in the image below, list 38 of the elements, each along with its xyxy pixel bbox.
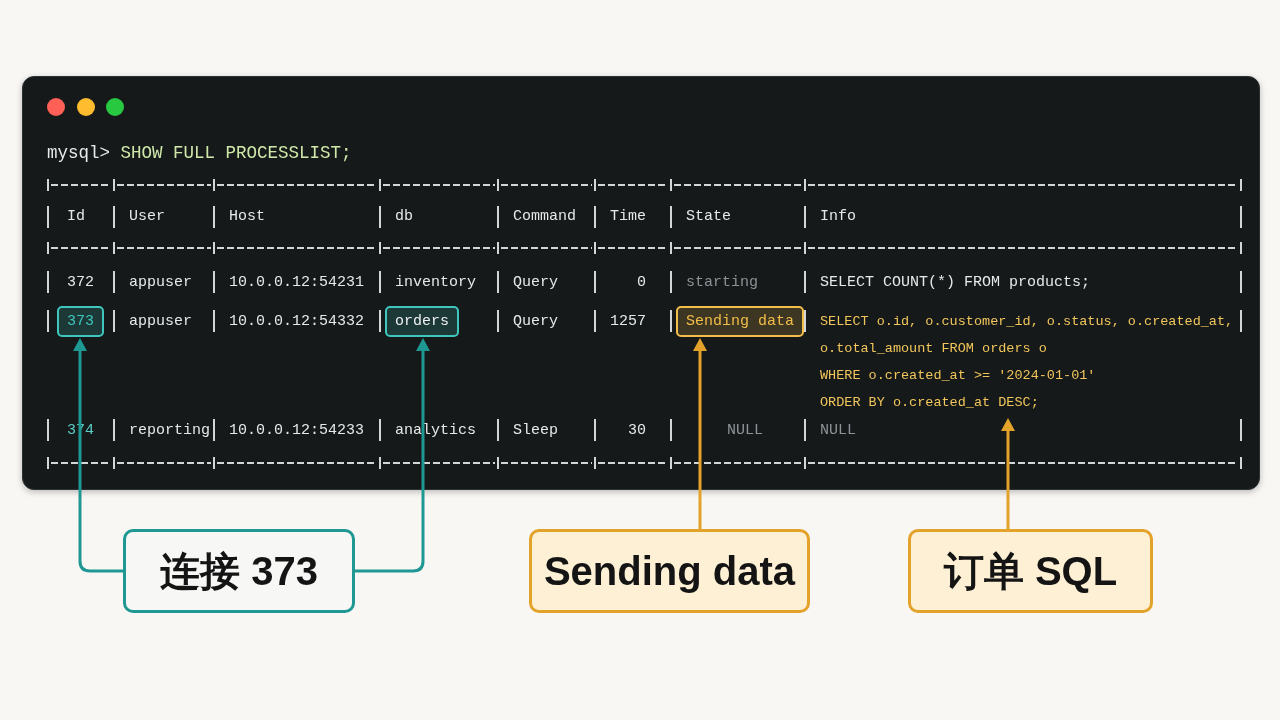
- prompt-text: mysql>: [47, 142, 110, 165]
- table-cell-text: Query: [513, 272, 558, 293]
- command-text: SHOW FULL PROCESSLIST;: [120, 142, 352, 165]
- table-cell-text: Query: [513, 311, 558, 332]
- table-cell-text: SELECT o.id, o.customer_id, o.status, o.created_at, o.total_amount FROM orders o WHERE o.created_at >= '2024-01-01' ORDER BY o.created_at DESC;: [820, 312, 1234, 412]
- table-cell-text: SELECT COUNT(*) FROM products;: [820, 272, 1091, 293]
- table-cell-text: 1257: [610, 311, 646, 332]
- table-cell-text: 10.0.0.12:54231: [229, 272, 365, 293]
- minimize-button[interactable]: [76, 98, 95, 116]
- highlighted-cell: 373: [57, 305, 104, 337]
- table-cell-text: appuser: [129, 311, 192, 332]
- column-header: Time: [610, 207, 646, 227]
- maximize-button[interactable]: [106, 98, 124, 116]
- table-cell-text: NULL: [727, 420, 763, 441]
- column-header: Command: [513, 207, 576, 227]
- table-cell-text: NULL: [820, 420, 856, 441]
- column-header: Id: [67, 207, 85, 227]
- table-cell-text: reporting: [129, 420, 210, 441]
- callout-label: Sending data: [529, 529, 810, 613]
- table-cell-text: inventory: [395, 272, 476, 293]
- table-cell-text: 10.0.0.12:54233: [229, 420, 365, 441]
- table-cell-text: starting: [686, 272, 758, 293]
- callout-label: 订单 SQL: [908, 529, 1153, 613]
- callout-label: 连接 373: [123, 529, 355, 613]
- close-button[interactable]: [47, 98, 65, 116]
- column-header: State: [686, 207, 731, 227]
- table-cell-text: 372: [67, 272, 94, 293]
- column-header: db: [395, 207, 413, 227]
- highlighted-cell: orders: [385, 305, 459, 337]
- column-header: Host: [229, 207, 265, 227]
- highlighted-cell: Sending data: [676, 305, 805, 337]
- column-header: User: [129, 207, 165, 227]
- table-cell-text: 30: [628, 420, 646, 441]
- table-cell-text: appuser: [129, 272, 192, 293]
- table-cell-text: 0: [637, 272, 646, 293]
- table-cell-text: Sleep: [513, 420, 558, 441]
- table-cell-text: 10.0.0.12:54332: [229, 311, 365, 332]
- column-header: Info: [820, 207, 856, 227]
